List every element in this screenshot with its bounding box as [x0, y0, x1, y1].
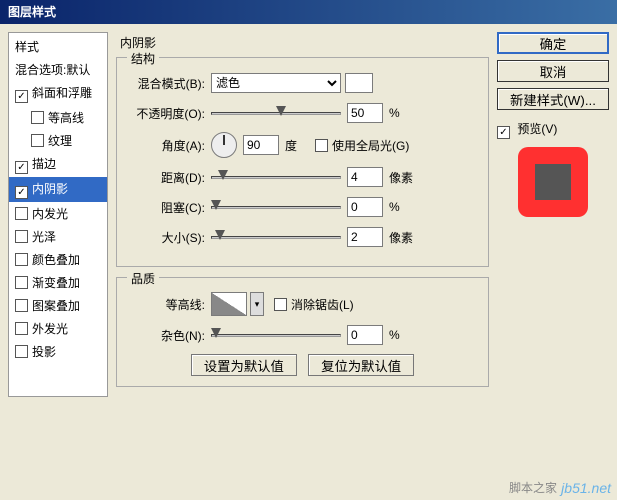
- title-bar: 图层样式: [0, 0, 617, 24]
- sidebar-item[interactable]: 颜色叠加: [9, 248, 107, 271]
- global-light-label: 使用全局光(G): [332, 137, 409, 154]
- sidebar-item-label: 渐变叠加: [32, 276, 80, 290]
- watermark-text: 脚本之家: [509, 479, 557, 496]
- angle-dial[interactable]: [211, 132, 237, 158]
- sidebar-item[interactable]: 内发光: [9, 202, 107, 225]
- sidebar-checkbox[interactable]: [31, 134, 44, 147]
- set-default-button[interactable]: 设置为默认值: [191, 354, 297, 376]
- sidebar-checkbox[interactable]: ✓: [15, 90, 28, 103]
- global-light-checkbox[interactable]: [315, 139, 328, 152]
- size-label: 大小(S):: [127, 229, 205, 246]
- sidebar-checkbox[interactable]: [15, 253, 28, 266]
- quality-title: 品质: [127, 270, 159, 287]
- styles-sidebar: 样式混合选项:默认 ✓ 斜面和浮雕等高线纹理 ✓ 描边 ✓ 内阴影内发光光泽颜色叠加渐变叠加…: [8, 32, 108, 397]
- window-title: 图层样式: [8, 5, 56, 19]
- choke-label: 阻塞(C):: [127, 199, 205, 216]
- noise-value[interactable]: 0: [347, 325, 383, 345]
- size-value[interactable]: 2: [347, 227, 383, 247]
- noise-label: 杂色(N):: [127, 327, 205, 344]
- antialias-label: 消除锯齿(L): [291, 296, 354, 313]
- sidebar-item-label: 等高线: [48, 111, 84, 125]
- size-unit: 像素: [389, 229, 419, 246]
- opacity-value[interactable]: 50: [347, 103, 383, 123]
- choke-unit: %: [389, 200, 419, 214]
- antialias-checkbox[interactable]: [274, 298, 287, 311]
- contour-label: 等高线:: [127, 296, 205, 313]
- color-swatch[interactable]: [345, 73, 373, 93]
- contour-picker[interactable]: [211, 292, 247, 316]
- ok-button[interactable]: 确定: [497, 32, 609, 54]
- choke-slider[interactable]: [211, 198, 341, 216]
- sidebar-item[interactable]: ✓ 斜面和浮雕: [9, 81, 107, 106]
- distance-unit: 像素: [389, 169, 419, 186]
- angle-label: 角度(A):: [127, 137, 205, 154]
- sidebar-checkbox[interactable]: [15, 345, 28, 358]
- distance-slider[interactable]: [211, 168, 341, 186]
- sidebar-checkbox[interactable]: [15, 276, 28, 289]
- opacity-unit: %: [389, 106, 419, 120]
- sidebar-item[interactable]: ✓ 描边: [9, 152, 107, 177]
- sidebar-checkbox[interactable]: [15, 299, 28, 312]
- preview-checkbox[interactable]: ✓: [497, 126, 510, 139]
- sidebar-item-label: 斜面和浮雕: [32, 86, 92, 100]
- sidebar-checkbox[interactable]: [15, 207, 28, 220]
- preview-label: 预览(V): [517, 122, 557, 136]
- distance-value[interactable]: 4: [347, 167, 383, 187]
- sidebar-item-label: 内阴影: [32, 182, 68, 196]
- sidebar-item-label: 描边: [32, 157, 56, 171]
- sidebar-item-label: 混合选项:默认: [15, 63, 90, 77]
- sidebar-item-label: 外发光: [32, 322, 68, 336]
- sidebar-item-label: 投影: [32, 345, 56, 359]
- structure-group: 结构 混合模式(B): 滤色 不透明度(O): 50 % 角度(A): 90 度…: [116, 57, 489, 267]
- watermark-url: jb51.net: [561, 480, 611, 496]
- sidebar-item[interactable]: 混合选项:默认: [9, 58, 107, 81]
- panel-title: 内阴影: [116, 32, 489, 57]
- sidebar-checkbox[interactable]: [31, 111, 44, 124]
- sidebar-item[interactable]: 样式: [9, 35, 107, 58]
- sidebar-item-label: 颜色叠加: [32, 253, 80, 267]
- sidebar-checkbox[interactable]: ✓: [15, 161, 28, 174]
- sidebar-item[interactable]: 等高线: [9, 106, 107, 129]
- sidebar-item-label: 光泽: [32, 230, 56, 244]
- sidebar-item[interactable]: 外发光: [9, 317, 107, 340]
- sidebar-checkbox[interactable]: [15, 230, 28, 243]
- preview-swatch: [518, 147, 588, 217]
- choke-value[interactable]: 0: [347, 197, 383, 217]
- sidebar-item[interactable]: 光泽: [9, 225, 107, 248]
- noise-unit: %: [389, 328, 419, 342]
- sidebar-checkbox[interactable]: [15, 322, 28, 335]
- sidebar-item-label: 样式: [15, 40, 39, 54]
- sidebar-item-label: 内发光: [32, 207, 68, 221]
- sidebar-checkbox[interactable]: ✓: [15, 186, 28, 199]
- sidebar-item-label: 图案叠加: [32, 299, 80, 313]
- sidebar-item-label: 纹理: [48, 134, 72, 148]
- noise-slider[interactable]: [211, 326, 341, 344]
- sidebar-item[interactable]: 纹理: [9, 129, 107, 152]
- structure-title: 结构: [127, 50, 159, 67]
- sidebar-item[interactable]: 渐变叠加: [9, 271, 107, 294]
- size-slider[interactable]: [211, 228, 341, 246]
- blend-mode-select[interactable]: 滤色: [211, 73, 341, 93]
- distance-label: 距离(D):: [127, 169, 205, 186]
- quality-group: 品质 等高线: ▾ 消除锯齿(L) 杂色(N): 0 % 设置为默认值 复位为默…: [116, 277, 489, 387]
- angle-unit: 度: [285, 137, 315, 154]
- contour-dropdown[interactable]: ▾: [250, 292, 264, 316]
- opacity-slider[interactable]: [211, 104, 341, 122]
- reset-default-button[interactable]: 复位为默认值: [308, 354, 414, 376]
- sidebar-item[interactable]: 图案叠加: [9, 294, 107, 317]
- sidebar-item[interactable]: ✓ 内阴影: [9, 177, 107, 202]
- opacity-label: 不透明度(O):: [127, 105, 205, 122]
- cancel-button[interactable]: 取消: [497, 60, 609, 82]
- blend-mode-label: 混合模式(B):: [127, 75, 205, 92]
- sidebar-item[interactable]: 投影: [9, 340, 107, 363]
- angle-value[interactable]: 90: [243, 135, 279, 155]
- new-style-button[interactable]: 新建样式(W)...: [497, 88, 609, 110]
